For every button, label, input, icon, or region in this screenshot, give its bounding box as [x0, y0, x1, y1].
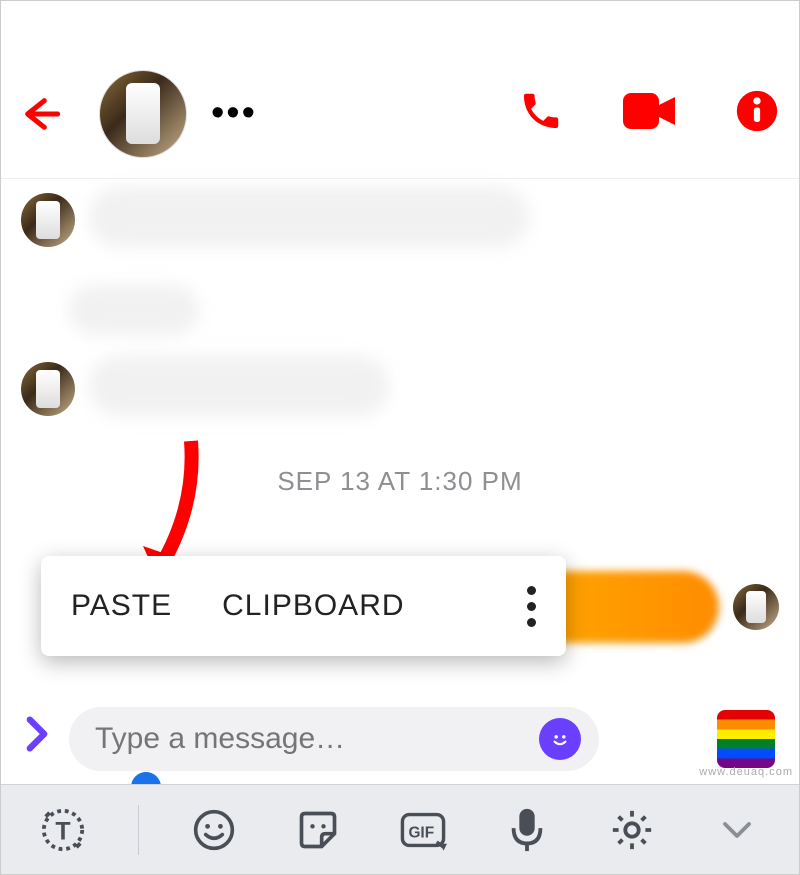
sticker-button[interactable]: [288, 808, 348, 852]
emoji-icon: [192, 808, 236, 852]
svg-text:T: T: [56, 817, 71, 845]
paste-button[interactable]: PASTE: [71, 589, 172, 623]
message-row: [21, 356, 779, 416]
smile-icon: [547, 726, 573, 752]
sender-avatar[interactable]: [21, 193, 75, 247]
gif-icon: GIF: [399, 808, 447, 852]
contact-avatar[interactable]: [99, 70, 187, 158]
mic-icon: [509, 807, 545, 853]
back-button[interactable]: [21, 94, 81, 134]
emoji-picker-button[interactable]: [539, 718, 581, 760]
sender-avatar[interactable]: [21, 362, 75, 416]
settings-button[interactable]: [602, 807, 662, 853]
video-call-button[interactable]: [623, 91, 675, 136]
info-icon: [735, 89, 779, 133]
clipboard-button[interactable]: CLIPBOARD: [222, 589, 404, 623]
keyboard-toolbar: T GIF: [1, 784, 799, 874]
app-frame: ••• SEP 13 AT 1:30 PM: [0, 0, 800, 875]
message-input[interactable]: [95, 722, 539, 756]
chevron-right-icon: [25, 716, 49, 752]
header-actions: [519, 89, 779, 138]
watermark: www.deuaq.com: [699, 766, 793, 778]
received-message[interactable]: [69, 285, 199, 335]
gif-button[interactable]: GIF: [393, 808, 453, 852]
back-arrow-icon: [21, 94, 61, 134]
reaction-button[interactable]: [717, 710, 775, 768]
received-message[interactable]: [89, 356, 389, 416]
video-icon: [623, 91, 675, 131]
chevron-down-icon: [722, 820, 752, 840]
collapse-button[interactable]: [707, 820, 767, 840]
received-message[interactable]: [89, 187, 529, 247]
separator: [138, 805, 139, 855]
gear-icon: [609, 807, 655, 853]
phone-icon: [519, 89, 563, 133]
text-mode-button[interactable]: T: [33, 807, 93, 853]
expand-composer-button[interactable]: [25, 716, 49, 762]
context-menu-more[interactable]: [527, 586, 536, 627]
message-row: [21, 187, 779, 247]
info-button[interactable]: [735, 89, 779, 138]
message-input-wrap: [69, 707, 599, 771]
voice-call-button[interactable]: [519, 89, 563, 138]
my-avatar: [733, 584, 779, 630]
emoji-button[interactable]: [184, 808, 244, 852]
message-composer: [1, 694, 799, 784]
svg-text:GIF: GIF: [408, 824, 434, 841]
sticker-icon: [296, 808, 340, 852]
more-button[interactable]: •••: [211, 92, 257, 135]
chat-header: •••: [1, 49, 799, 179]
text-context-menu: PASTE CLIPBOARD: [41, 556, 566, 656]
mic-button[interactable]: [497, 807, 557, 853]
timestamp-label: SEP 13 AT 1:30 PM: [1, 466, 799, 497]
text-mode-icon: T: [40, 807, 86, 853]
